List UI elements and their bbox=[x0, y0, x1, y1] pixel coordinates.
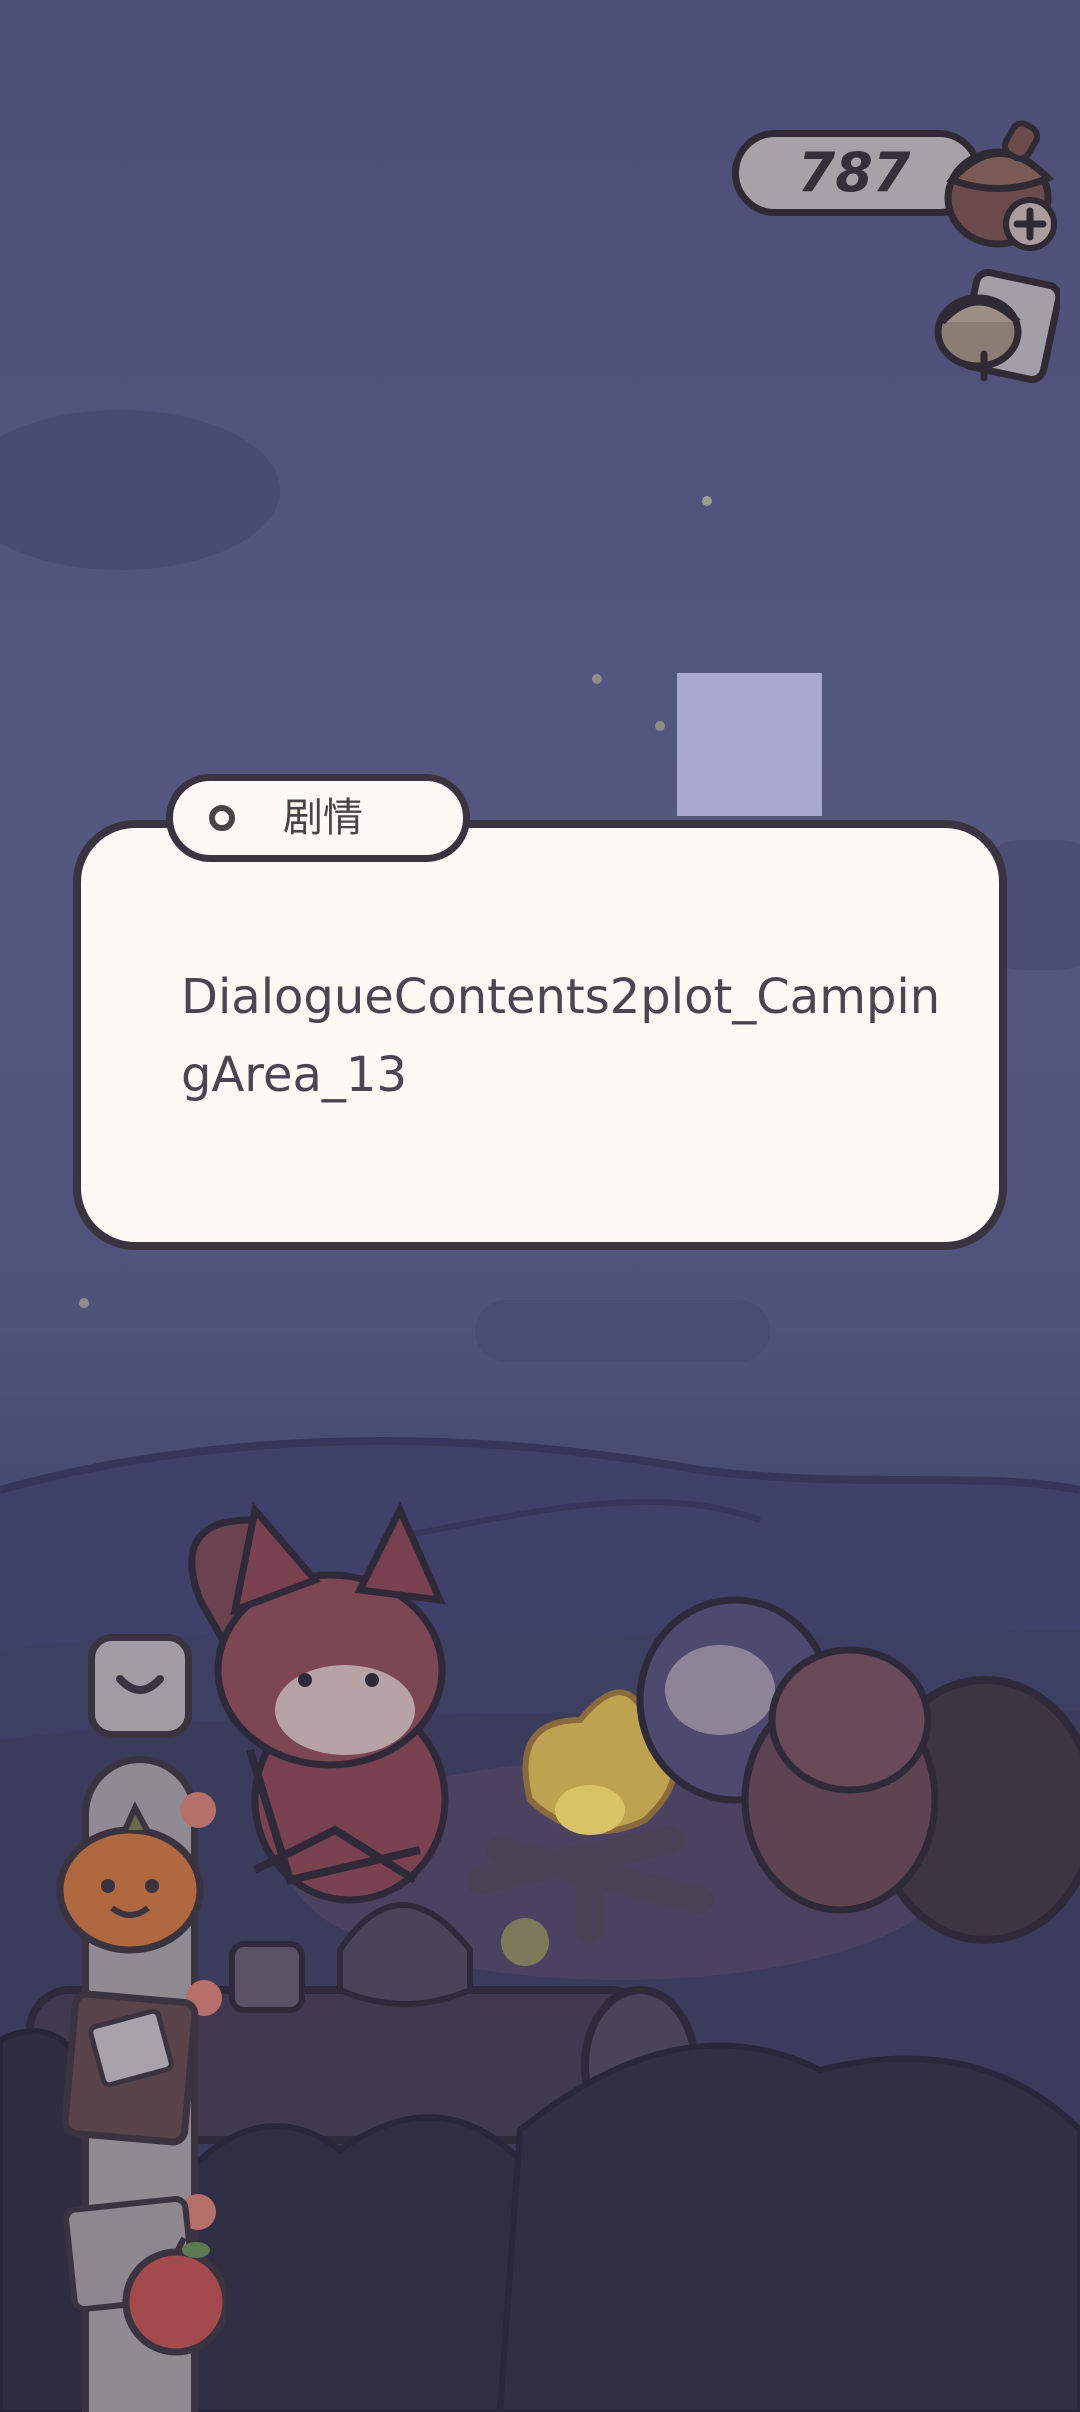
cloud bbox=[0, 410, 280, 570]
pumpkin-icon[interactable] bbox=[50, 1790, 230, 1960]
star bbox=[655, 721, 665, 731]
plus-icon[interactable] bbox=[1002, 196, 1058, 252]
journal-icon[interactable] bbox=[56, 1978, 226, 2158]
acorn-card-icon[interactable] bbox=[928, 268, 1060, 392]
chevron-down-icon bbox=[116, 1675, 164, 1694]
fox-eye bbox=[298, 1673, 312, 1687]
side-menu-collapse-button[interactable] bbox=[88, 1634, 192, 1738]
campfire-flame-core bbox=[555, 1785, 625, 1835]
star bbox=[79, 1298, 89, 1308]
mug bbox=[229, 1941, 305, 2013]
bush bbox=[496, 2042, 1080, 2412]
star bbox=[592, 674, 602, 684]
dialogue-text: DialogueContents2plot_CampingArea_13 bbox=[181, 969, 941, 1103]
star bbox=[702, 496, 712, 506]
tutorial-highlight bbox=[677, 673, 822, 816]
acorn-count: 787 bbox=[797, 141, 911, 204]
apple-icon[interactable] bbox=[56, 2190, 226, 2360]
tab-dot-icon bbox=[209, 805, 235, 831]
game-screen[interactable]: 787 DialogueContents2plot_CampingArea_13… bbox=[0, 0, 1080, 2412]
dialogue-box[interactable]: DialogueContents2plot_CampingArea_13 bbox=[73, 820, 1007, 1250]
bird-face bbox=[665, 1645, 775, 1735]
squirrel-head bbox=[768, 1646, 932, 1794]
fox-muzzle bbox=[275, 1665, 415, 1755]
ember-glow bbox=[501, 1918, 549, 1966]
dialogue-tab-label: 剧情 bbox=[283, 795, 363, 841]
dialogue-tab-story: 剧情 bbox=[166, 774, 470, 862]
fox-eye bbox=[365, 1673, 379, 1687]
cloud bbox=[475, 1300, 770, 1362]
